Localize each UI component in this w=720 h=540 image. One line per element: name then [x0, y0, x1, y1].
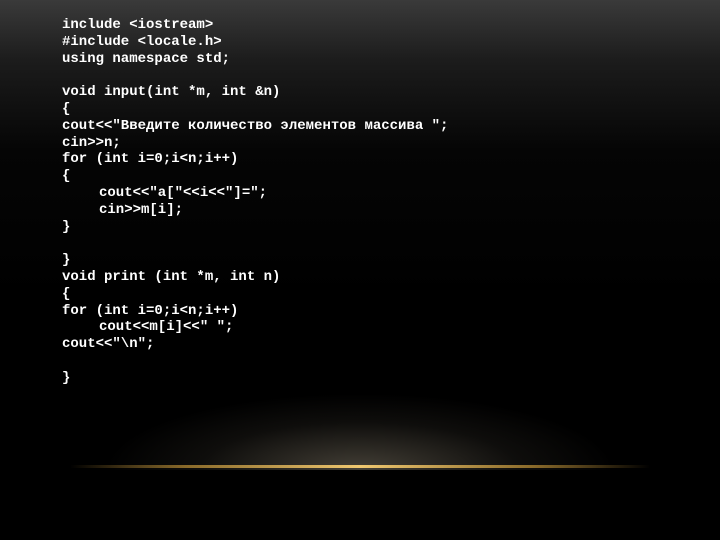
code-line: include <iostream>	[62, 17, 214, 33]
background-glow	[110, 395, 610, 470]
code-line: }	[62, 218, 71, 235]
code-line: using namespace std;	[62, 50, 231, 67]
code-line: cout<<"Введите количество элементов масс…	[62, 117, 449, 134]
code-line: cout<<"\n";	[62, 336, 155, 353]
decorative-gold-line	[70, 465, 650, 468]
code-line: {	[62, 168, 71, 185]
code-line: {	[62, 285, 71, 302]
code-line: for (int i=0;i<n;i++)	[62, 302, 239, 319]
code-line: for (int i=0;i<n;i++)	[62, 151, 239, 168]
code-line: cout<<m[i]<<" ";	[99, 319, 234, 336]
code-line: cin>>n;	[62, 134, 121, 151]
code-line: }	[62, 369, 71, 386]
code-line: #include <locale.h>	[62, 33, 222, 50]
code-line: }	[62, 252, 71, 269]
code-line: cout<<"a["<<i<<"]=";	[99, 184, 268, 201]
code-line: void input(int *m, int &n)	[62, 84, 281, 101]
code-line: void print (int *m, int n)	[62, 268, 281, 285]
code-block: include <iostream> #include <locale.h> usi…	[62, 17, 448, 387]
code-line: {	[62, 100, 71, 117]
code-line: cin>>m[i];	[99, 201, 184, 218]
